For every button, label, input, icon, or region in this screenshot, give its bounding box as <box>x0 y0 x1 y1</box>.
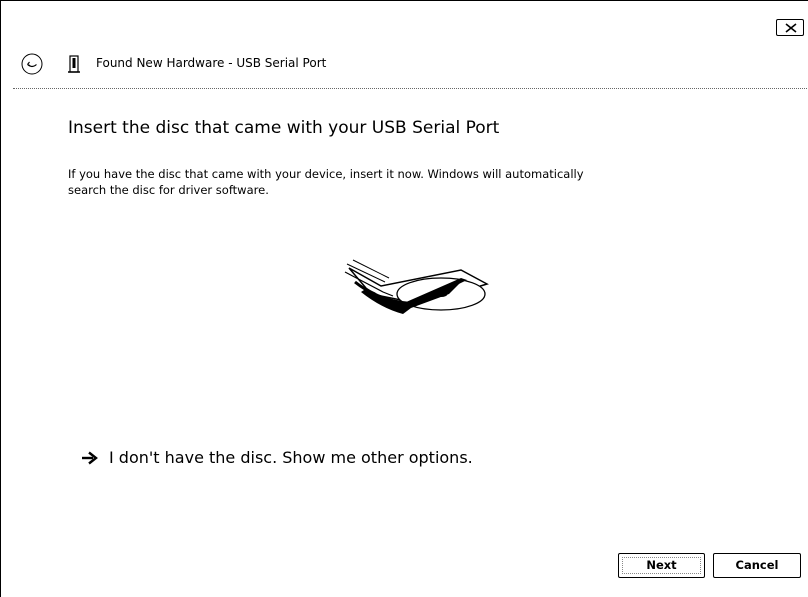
arrow-right-icon <box>82 451 98 465</box>
usb-device-icon <box>68 55 80 73</box>
cancel-button[interactable]: Cancel <box>713 553 801 578</box>
disc-drive-illustration <box>344 259 489 314</box>
window-title: Found New Hardware - USB Serial Port <box>96 56 327 70</box>
title-divider <box>13 88 808 89</box>
page-heading: Insert the disc that came with your USB … <box>68 118 500 138</box>
instruction-line-2: search the disc for driver software. <box>68 183 269 197</box>
close-button[interactable] <box>776 19 804 36</box>
instruction-line-1: If you have the disc that came with your… <box>68 167 584 181</box>
back-arrow-icon[interactable] <box>21 53 43 75</box>
next-button[interactable]: Next <box>618 553 705 578</box>
wizard-window: Found New Hardware - USB Serial Port Ins… <box>0 0 808 597</box>
no-disc-option-label: I don't have the disc. Show me other opt… <box>109 448 473 467</box>
no-disc-option-link[interactable]: I don't have the disc. Show me other opt… <box>81 445 473 471</box>
instruction-text: If you have the disc that came with your… <box>68 166 768 198</box>
close-icon <box>785 23 797 33</box>
